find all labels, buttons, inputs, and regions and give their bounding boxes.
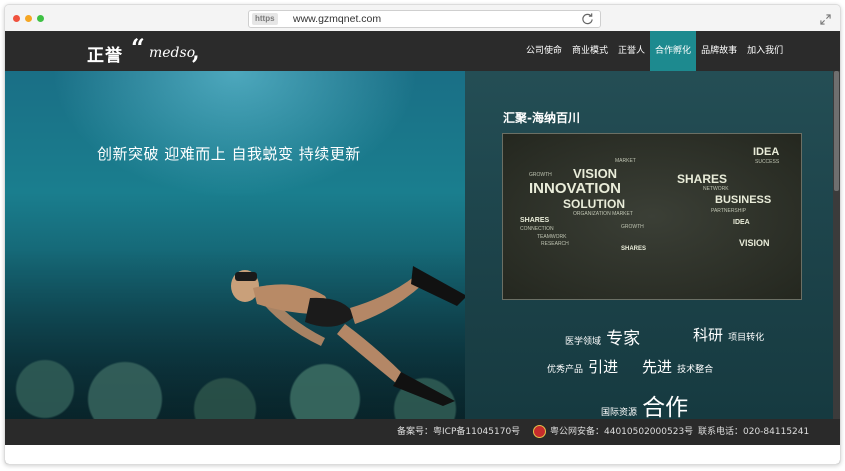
top-navigation: 正誉 “ medso , 公司使命 商业模式 正誉人 合作孵化 品牌故事 加入我… — [5, 31, 840, 71]
keyword-research-large: 科研 — [693, 326, 724, 344]
nav-item-business-model[interactable]: 商业模式 — [567, 31, 613, 71]
page-bottom-area — [5, 445, 840, 464]
keyword-products-small: 优秀产品 — [547, 365, 584, 375]
panel-title: 汇聚-海纳百川 — [503, 111, 580, 125]
nav-item-people[interactable]: 正誉人 — [613, 31, 650, 71]
word-cloud-world-map: VISION INNOVATION SOLUTION ORGANIZATION … — [502, 133, 802, 300]
keyword-experts-small: 医学领域 — [565, 337, 602, 347]
main-menu: 公司使命 商业模式 正誉人 合作孵化 品牌故事 加入我们 — [521, 31, 788, 71]
page-scrollbar[interactable] — [833, 71, 840, 419]
word-market: MARKET — [615, 158, 636, 164]
word-growth: GROWTH — [529, 172, 552, 178]
police-badge-icon — [533, 425, 546, 438]
keyword-technology: 先进 技术整合 — [642, 356, 713, 377]
address-bar[interactable]: https www.gzmqnet.com — [248, 10, 601, 28]
word-shares-mid: SHARES — [621, 246, 647, 252]
logo-open-quote: “ — [131, 33, 145, 62]
nav-item-mission[interactable]: 公司使命 — [521, 31, 567, 71]
https-badge: https — [252, 13, 278, 25]
police-record[interactable]: 粤公网安备：44010502000523号 — [533, 419, 693, 445]
word-shares-small: SHARES — [520, 217, 550, 224]
hero-image-panel: 创新突破 迎难而上 自我蜕变 持续更新 — [5, 71, 467, 419]
site-footer: 备案号：粤ICP备11045170号 粤公网安备：44010502000523号… — [5, 419, 840, 445]
keyword-technology-large: 先进 — [642, 358, 673, 376]
keyword-experts-large: 专家 — [606, 329, 641, 349]
website: 正誉 “ medso , 公司使命 商业模式 正誉人 合作孵化 品牌故事 加入我… — [5, 31, 840, 464]
logo-close-quote: , — [192, 39, 200, 65]
reload-icon[interactable] — [581, 12, 594, 25]
hero-slogan: 创新突破 迎难而上 自我蜕变 持续更新 — [97, 145, 361, 163]
minimize-window-button[interactable] — [25, 15, 32, 22]
keyword-cooperation: 国际资源 合作 — [601, 388, 688, 419]
word-idea-2: IDEA — [733, 219, 750, 226]
word-network: NETWORK — [703, 186, 729, 192]
word-solution: SOLUTION — [563, 197, 625, 211]
word-success: SUCCESS — [755, 159, 780, 165]
word-organization: ORGANIZATION MARKET — [573, 211, 633, 217]
maximize-window-button[interactable] — [37, 15, 44, 22]
word-innovation: INNOVATION — [529, 180, 621, 197]
nav-item-incubation[interactable]: 合作孵化 — [650, 31, 697, 71]
nav-item-brand-story[interactable]: 品牌故事 — [696, 31, 742, 71]
diver-image — [231, 266, 467, 406]
logo-chinese-text: 正誉 — [87, 46, 123, 66]
close-window-button[interactable] — [13, 15, 20, 22]
browser-window: https www.gzmqnet.com 正誉 “ medso , 公司使命 … — [4, 4, 841, 465]
keyword-technology-small: 技术整合 — [677, 365, 714, 375]
keyword-experts: 医学领域 专家 — [565, 324, 640, 349]
url-text[interactable]: www.gzmqnet.com — [293, 11, 381, 27]
browser-toolbar: https www.gzmqnet.com — [5, 5, 840, 31]
keyword-research-small: 项目转化 — [728, 333, 765, 343]
word-teamwork: TEAMWORK — [537, 234, 567, 240]
icp-record[interactable]: 备案号：粤ICP备11045170号 — [397, 419, 520, 445]
word-vision: VISION — [573, 166, 618, 181]
keyword-cooperation-large: 合作 — [642, 395, 689, 419]
word-connection: CONNECTION — [520, 226, 554, 232]
keyword-cooperation-small: 国际资源 — [601, 408, 638, 418]
word-partnership: PARTNERSHIP — [711, 208, 747, 214]
contact-phone: 联系电话：020-84115241 — [698, 427, 810, 437]
word-shares: SHARES — [677, 172, 728, 186]
keyword-products-large: 引进 — [588, 358, 619, 376]
logo-english-text: medso — [149, 45, 196, 61]
scrollbar-thumb[interactable] — [834, 71, 839, 191]
police-record-text: 粤公网安备：44010502000523号 — [550, 427, 694, 437]
word-research: RESEARCH — [541, 241, 569, 247]
word-vision-2: VISION — [739, 238, 770, 248]
hero-section: 创新突破 迎难而上 自我蜕变 持续更新 汇聚-海纳百川 VISION INNOV… — [5, 71, 840, 419]
incubation-panel: 汇聚-海纳百川 VISION INNOVATION SOLUTION ORGAN… — [465, 71, 833, 419]
word-business: BUSINESS — [715, 194, 772, 206]
keyword-products: 优秀产品 引进 — [547, 356, 618, 377]
expand-icon[interactable] — [820, 14, 831, 25]
keyword-research: 科研 项目转化 — [693, 324, 764, 345]
word-idea: IDEA — [753, 146, 780, 158]
nav-item-join-us[interactable]: 加入我们 — [742, 31, 788, 71]
word-growth-2: GROWTH — [621, 224, 644, 230]
